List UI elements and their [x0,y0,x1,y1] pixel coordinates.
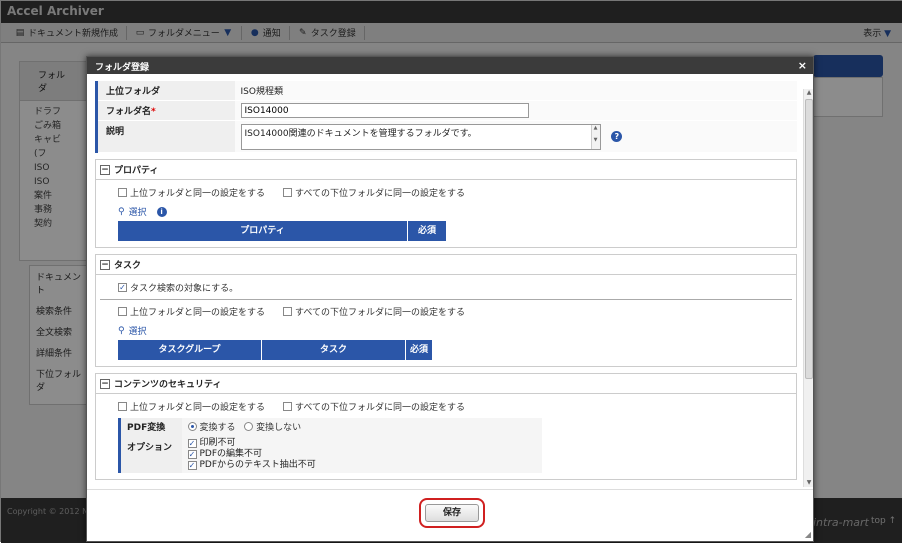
info-icon[interactable]: i [156,206,167,217]
collapse-icon[interactable]: − [100,378,110,389]
scroll-down-icon[interactable]: ▼ [804,479,814,487]
property-section-title: プロパティ [114,166,159,176]
security-section-title: コンテンツのセキュリティ [114,380,222,390]
radio-label: 変換する [199,423,236,433]
task-same-for-children-checkbox[interactable]: すべての下位フォルダに同一の設定をする [283,305,465,318]
save-button[interactable]: 保存 [425,504,479,522]
property-same-as-parent-checkbox[interactable]: 上位フォルダと同一の設定をする [118,186,265,199]
radio-label: 変換しない [256,423,302,433]
folder-form: 上位フォルダ ISO規程類 フォルダ名* 説明 ISO14000関連のドキュメン… [95,81,797,153]
task-search-target-checkbox[interactable]: ✓ タスク検索の対象にする。 [118,281,238,294]
radio-selected-icon [187,422,197,431]
checkbox-checked-icon: ✓ [187,439,197,448]
task-select-link[interactable]: ⚲ 選択 [118,321,774,340]
close-icon[interactable]: × [798,59,807,72]
dialog-titlebar: フォルダ登録 × [87,57,813,74]
checkbox-icon [118,188,127,197]
description-text: ISO14000関連のドキュメントを管理するフォルダです。 [244,128,477,139]
search-icon: ⚲ [118,325,125,336]
dialog-title: フォルダ登録 [95,63,150,73]
security-section: − コンテンツのセキュリティ 上位フォルダと同一の設定をする すべての下位フォル… [95,373,797,480]
radio-icon [244,422,254,431]
checkbox-label: タスク検索の対象にする。 [130,284,239,294]
description-label: 説明 [95,120,235,153]
collapse-icon[interactable]: − [100,259,110,270]
checkbox-icon [118,307,127,316]
checkbox-label: 印刷不可 [199,438,236,448]
select-label: 選択 [128,208,147,218]
security-same-for-children-checkbox[interactable]: すべての下位フォルダに同一の設定をする [283,400,465,413]
pdf-convert-yes-radio[interactable]: 変換する [187,420,236,433]
help-icon[interactable]: ? [611,131,623,142]
dialog-scrollbar[interactable]: ▲ ▼ [803,89,813,487]
column-header-required: 必須 [417,226,436,236]
checkbox-checked-icon: ✓ [187,450,197,459]
pdf-convert-label: PDF変換 [118,418,182,436]
scroll-thumb[interactable] [805,99,813,379]
checkbox-checked-icon: ✓ [118,283,127,292]
security-section-header[interactable]: − コンテンツのセキュリティ [96,374,796,394]
security-options-table: PDF変換 変換する 変換しない オプション ✓ 印刷不可 ✓ PDFの編集不可 ✓… [118,418,543,473]
folder-register-dialog: フォルダ登録 × 上位フォルダ ISO規程類 フォルダ名* 説明 ISO1400… [86,56,814,542]
property-same-for-children-checkbox[interactable]: すべての下位フォルダに同一の設定をする [283,186,465,199]
security-same-as-parent-checkbox[interactable]: 上位フォルダと同一の設定をする [118,400,265,413]
parent-folder-label: 上位フォルダ [95,81,235,101]
parent-folder-value: ISO規程類 [234,81,797,101]
dialog-content: 上位フォルダ ISO規程類 フォルダ名* 説明 ISO14000関連のドキュメン… [95,81,807,489]
checkbox-label: すべての下位フォルダに同一の設定をする [295,189,466,199]
no-pdf-edit-checkbox[interactable]: ✓ PDFの編集不可 [187,449,536,460]
folder-name-input[interactable] [240,103,529,118]
checkbox-label: すべての下位フォルダに同一の設定をする [295,308,466,318]
no-text-extract-checkbox[interactable]: ✓ PDFからのテキスト抽出不可 [187,460,536,471]
required-mark: * [151,107,156,117]
task-section-title: タスク [114,261,142,271]
property-section-header[interactable]: − プロパティ [96,160,796,180]
checkbox-icon [283,402,293,411]
description-textarea[interactable]: ISO14000関連のドキュメントを管理するフォルダです。 ▲ ▼ [240,123,601,150]
scroll-up-icon[interactable]: ▲ [804,89,814,97]
textarea-scrollbar[interactable]: ▲ ▼ [590,124,600,149]
property-select-link[interactable]: ⚲ 選択 i [118,202,774,221]
property-section: − プロパティ 上位フォルダと同一の設定をする すべての下位フォルダに同一の設定… [95,159,797,248]
resize-grip-icon[interactable]: ◢ [805,530,811,539]
task-section-header[interactable]: − タスク [96,255,796,275]
checkbox-label: すべての下位フォルダに同一の設定をする [295,403,466,413]
column-header-required: 必須 [409,345,428,355]
checkbox-label: PDFからのテキスト抽出不可 [199,460,316,470]
select-label: 選択 [128,327,147,337]
checkbox-icon [118,402,127,411]
search-icon: ⚲ [118,206,125,217]
checkbox-icon [283,307,293,316]
property-grid-header: プロパティ 必須 [118,221,446,241]
checkbox-label: 上位フォルダと同一の設定をする [130,403,266,413]
checkbox-checked-icon: ✓ [187,461,197,470]
column-header-property: プロパティ [118,221,408,241]
folder-name-label: フォルダ名* [95,100,235,121]
column-header-task-group: タスクグループ [118,340,262,360]
pdf-convert-no-radio[interactable]: 変換しない [244,420,301,433]
task-section: − タスク ✓ タスク検索の対象にする。 上位フォルダと同一の設定をする すべての… [95,254,797,367]
divider [100,299,792,300]
checkbox-label: 上位フォルダと同一の設定をする [130,308,266,318]
collapse-icon[interactable]: − [100,164,110,175]
task-grid-header: タスクグループ タスク 必須 [118,340,432,360]
no-print-checkbox[interactable]: ✓ 印刷不可 [187,438,536,449]
dialog-footer: 保存 ◢ [87,489,813,541]
checkbox-icon [283,188,293,197]
checkbox-label: PDFの編集不可 [199,449,263,459]
task-same-as-parent-checkbox[interactable]: 上位フォルダと同一の設定をする [118,305,265,318]
checkbox-label: 上位フォルダと同一の設定をする [130,189,266,199]
folder-name-label-text: フォルダ名 [106,107,152,117]
column-header-task: タスク [262,340,406,360]
save-highlight: 保存 [419,498,485,528]
option-label: オプション [118,436,182,473]
